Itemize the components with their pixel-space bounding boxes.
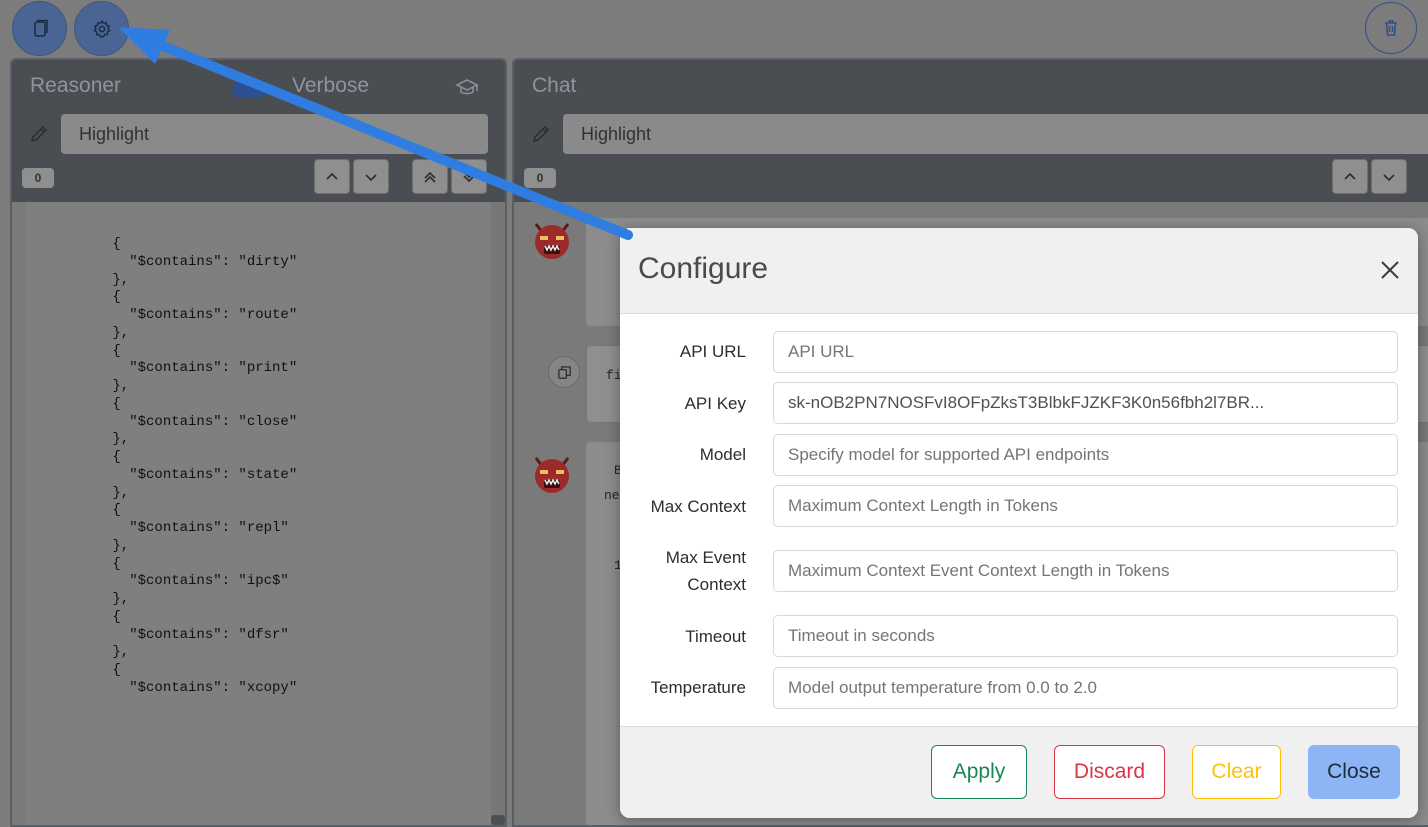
code-line: "$contains": "repl" [62,520,289,536]
reasoner-last-button[interactable] [451,159,487,194]
assistant-message-fragment: ne [604,488,620,503]
reasoner-scroll-thumb[interactable] [491,815,505,825]
api-url-label: API URL [679,342,746,361]
code-line: "$contains": "dirty" [62,253,298,270]
chevron-down-icon [365,173,377,181]
modal-title: Configure [638,252,769,285]
reasoner-prev-button[interactable] [314,159,350,194]
assistant-avatar [534,223,570,259]
code-line: { [62,395,121,412]
verbose-label: Verbose [292,74,370,97]
reasoner-panel: Reasoner Verbose Highlight 0 { "$contain… [10,58,507,827]
max-event-context-label: Max Event Context [666,544,746,598]
reasoner-code-view: { "$contains": "dirty" }, { "$contains":… [26,202,491,825]
code-line: "$contains": "close" [62,413,298,430]
graduation-cap-icon[interactable] [455,76,479,100]
double-chevron-down-icon [463,170,475,182]
temperature-input[interactable] [773,667,1398,709]
discard-button[interactable]: Discard [1054,745,1165,799]
chevron-up-icon [1344,172,1356,180]
code-line: }, [62,644,130,661]
code-line: { [62,608,121,625]
max-event-context-label-line2: Context [687,575,746,594]
reasoner-first-button[interactable] [412,159,448,194]
reasoner-title: Reasoner [30,74,122,97]
api-key-label: API Key [684,394,746,413]
temperature-label: Temperature [650,678,746,697]
copy-button[interactable] [12,1,67,56]
max-event-context-input[interactable] [773,550,1398,592]
modal-header: Configure [620,228,1418,314]
reasoner-scrollbar[interactable] [491,202,505,825]
copy-icon [33,19,48,37]
reasoner-match-count: 0 [22,168,54,188]
code-line: { [62,342,121,359]
code-line: { [62,555,121,572]
code-line: }, [62,591,130,607]
close-icon[interactable] [1378,258,1402,282]
max-context-label: Max Context [650,497,746,516]
apply-button[interactable]: Apply [931,745,1027,799]
chat-prev-button[interactable] [1332,159,1368,194]
code-line: { [62,289,121,306]
code-line: }, [62,271,130,288]
model-input[interactable] [773,434,1398,476]
assistant-avatar [534,457,570,493]
model-label: Model [699,445,746,464]
code-line: "$contains": "ipc$" [62,573,289,590]
max-event-context-label-line1: Max Event [665,548,746,567]
code-line: }, [62,378,130,394]
chat-header: Chat Highlight 0 [514,60,1428,202]
code-line: "$contains": "xcopy" [62,679,298,696]
copy-message-button[interactable] [548,356,580,388]
code-line: }, [62,324,130,341]
code-line: { [62,449,121,465]
clear-history-button[interactable] [1365,2,1417,54]
close-button[interactable]: Close [1308,745,1400,799]
double-chevron-up-icon [424,171,436,183]
chat-title: Chat [532,74,577,97]
pencil-icon [30,125,48,143]
code-line: "$contains": "print" [62,360,298,377]
api-key-input[interactable]: sk-nOB2PN7NOSFvI8OFpZksT3BlbkFJZKF3K0n56… [773,382,1398,424]
modal-footer: Apply Discard Clear Close [620,726,1418,818]
code-line: { [62,502,121,519]
code-line: { [62,662,121,678]
code-line: "$contains": "state" [62,466,298,483]
chat-highlight-input[interactable]: Highlight [563,114,1428,154]
timeout-input[interactable] [773,615,1398,657]
trash-icon [1385,20,1397,36]
chat-match-count: 0 [524,168,556,188]
reasoner-highlight-input[interactable]: Highlight [61,114,488,154]
reasoner-header: Reasoner Verbose Highlight 0 [12,60,505,202]
copy-icon [557,365,571,379]
verbose-toggle[interactable] [232,80,268,98]
api-url-input[interactable] [773,331,1398,373]
code-line: }, [62,537,130,554]
pencil-icon [532,125,550,143]
code-line: }, [62,431,130,448]
timeout-label: Timeout [685,627,746,646]
max-context-input[interactable] [773,485,1398,527]
chevron-up-icon [326,172,338,180]
gear-icon [92,19,111,37]
code-line: }, [62,484,130,501]
reasoner-next-button[interactable] [353,159,389,194]
code-line: "$contains": "route" [62,307,298,323]
code-line: "$contains": "dfsr" [62,626,289,643]
code-line: { [62,236,121,252]
chat-next-button[interactable] [1371,159,1407,194]
clear-button[interactable]: Clear [1192,745,1281,799]
chevron-down-icon [1383,173,1395,181]
configure-modal: Configure API URL API Key sk-nOB2PN7NOSF… [620,228,1418,818]
settings-button[interactable] [74,1,129,56]
